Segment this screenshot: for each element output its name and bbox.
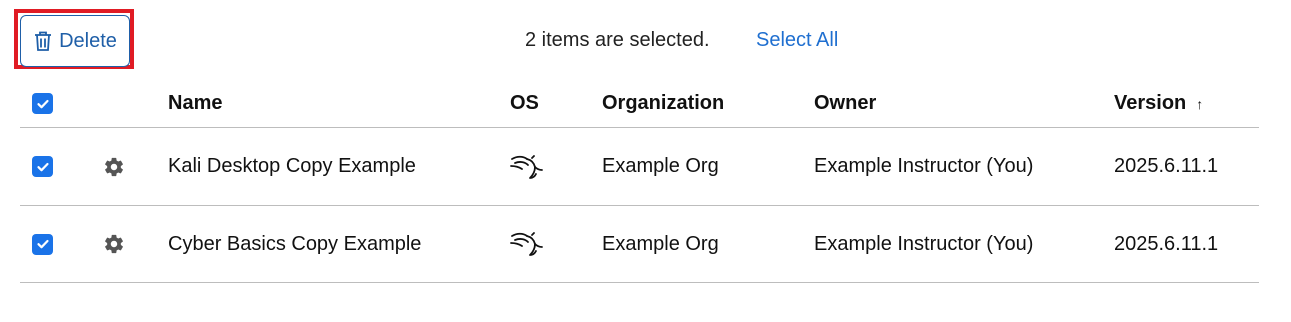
column-header-os[interactable]: OS	[510, 80, 539, 127]
column-header-version-label: Version	[1114, 92, 1187, 114]
sort-ascending-icon: ↑	[1196, 95, 1204, 112]
settings-gear-icon[interactable]	[103, 128, 125, 205]
kali-dragon-icon	[510, 206, 544, 282]
row-organization: Example Org	[602, 232, 719, 255]
row-checkbox-cell	[32, 206, 53, 282]
row-version: 2025.6.11.1	[1114, 232, 1219, 255]
row-owner: Example Instructor (You)	[814, 155, 1034, 177]
check-icon	[36, 239, 49, 249]
column-header-owner[interactable]: Owner	[814, 80, 876, 127]
row-checkbox[interactable]	[32, 233, 53, 255]
column-header-name[interactable]: Name	[168, 80, 222, 127]
table-header: Name OS Organization Owner Version ↑	[20, 80, 1259, 128]
row-organization: Example Org	[602, 155, 719, 177]
delete-button-label: Delete	[59, 29, 117, 52]
column-header-organization[interactable]: Organization	[602, 80, 724, 127]
check-icon	[36, 162, 49, 171]
select-all-link[interactable]: Select All	[756, 29, 838, 52]
page: Delete 2 items are selected. Select All …	[0, 0, 1291, 322]
selection-count-text: 2 items are selected.	[525, 29, 710, 51]
delete-button[interactable]: Delete	[20, 15, 130, 67]
settings-gear-icon[interactable]	[103, 206, 125, 282]
select-all-checkbox[interactable]	[32, 93, 53, 114]
row-name: Kali Desktop Copy Example	[168, 155, 416, 177]
table-row[interactable]: Cyber Basics Copy Example Example Org Ex…	[20, 206, 1259, 283]
row-checkbox-cell	[32, 128, 53, 205]
row-name: Cyber Basics Copy Example	[168, 232, 422, 255]
row-checkbox[interactable]	[32, 156, 53, 177]
kali-dragon-icon	[510, 128, 544, 205]
check-icon	[36, 99, 49, 108]
row-version: 2025.6.11.1	[1114, 155, 1219, 177]
select-all-checkbox-cell	[32, 80, 53, 127]
table-row[interactable]: Kali Desktop Copy Example Example Org Ex…	[20, 128, 1259, 206]
row-owner: Example Instructor (You)	[814, 232, 1034, 255]
column-header-version[interactable]: Version ↑	[1114, 80, 1203, 127]
trash-icon	[33, 30, 53, 52]
